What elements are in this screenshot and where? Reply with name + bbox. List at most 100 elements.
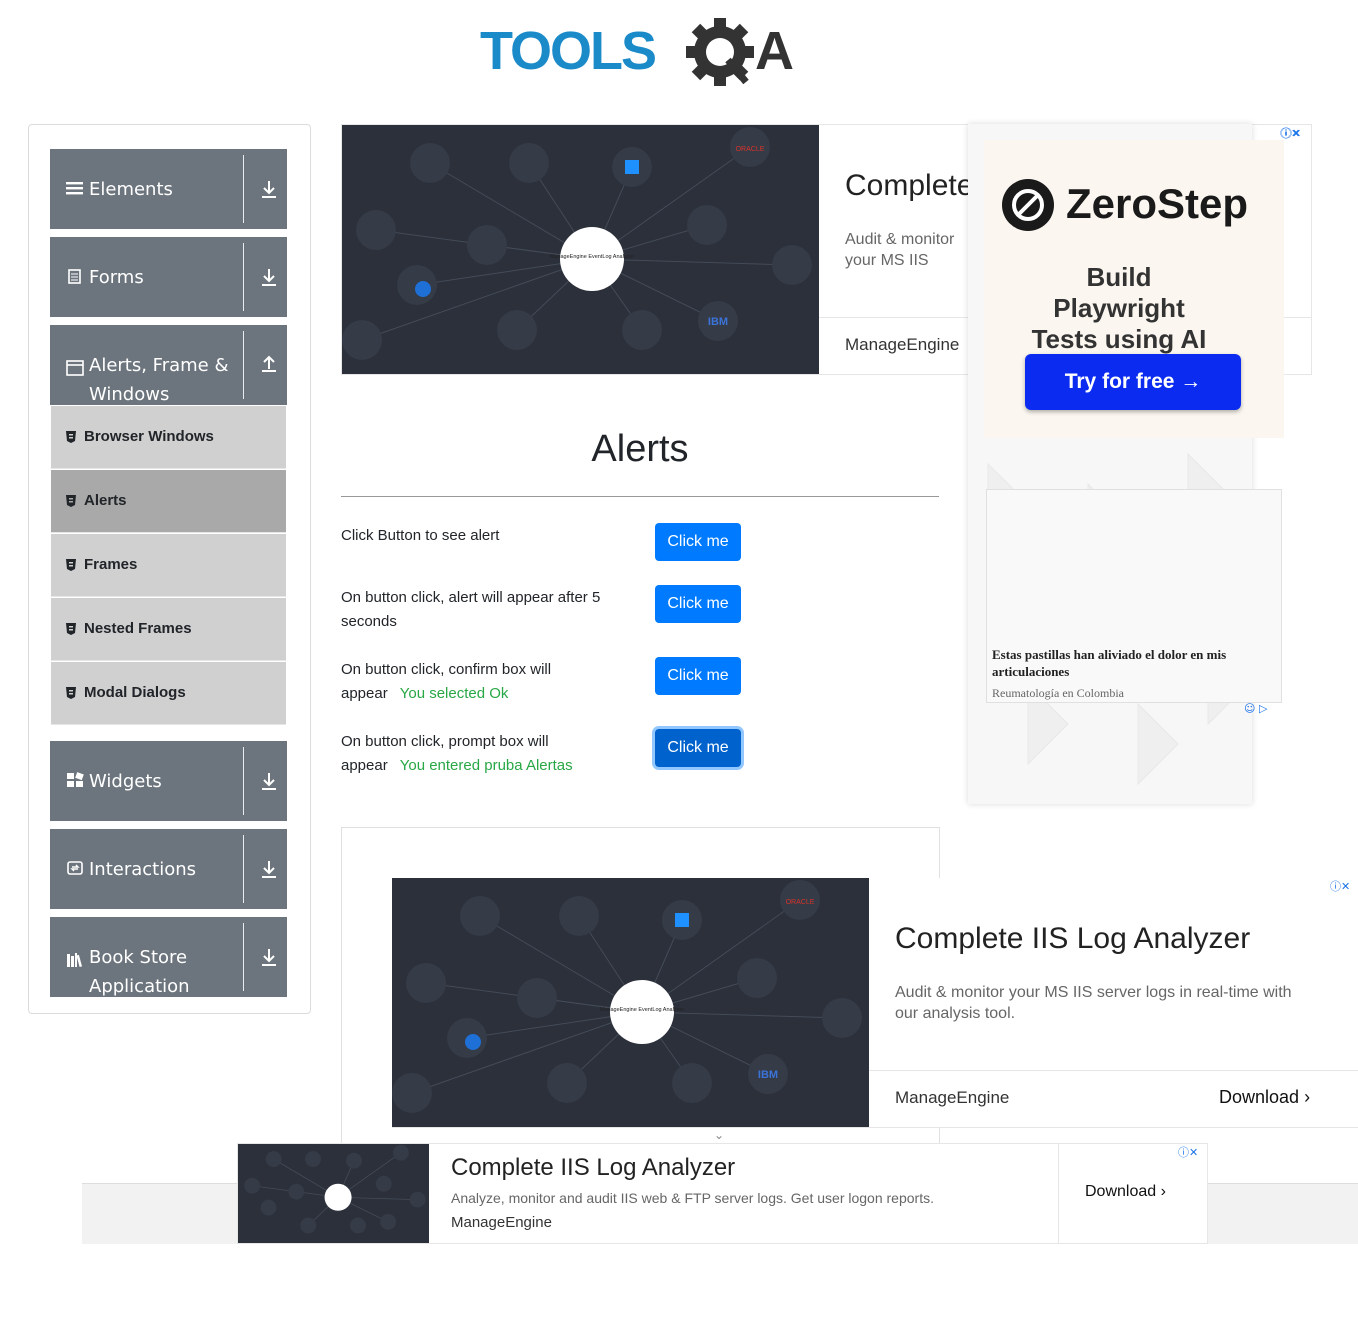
sidebar-item-label: Browser Windows (84, 428, 214, 445)
mid-ad-banner[interactable]: ORACLE IBM ManageEngine EventLog Analyze… (392, 878, 1358, 1128)
ad-title: Complete IIS Log Analyzer (895, 922, 1251, 955)
left-sidebar: Elements Forms Alerts, Frame & Windows B… (28, 124, 311, 1014)
chevron-right-icon: › (1160, 1183, 1166, 1200)
zerostep-ad-close-icon[interactable]: ⓘ✕ (1280, 125, 1300, 141)
alert-button[interactable]: Click me (655, 523, 741, 561)
sidebar-item-frames[interactable]: Frames (51, 534, 286, 597)
timer-alert-row-text: On button click, alert will appear after… (341, 589, 601, 630)
bottom-ad-banner[interactable]: Complete IIS Log Analyzer Analyze, monit… (237, 1143, 1208, 1244)
form-icon (68, 269, 81, 284)
divider (243, 243, 244, 311)
html5-icon (66, 495, 76, 507)
alert-row-text: Click Button to see alert (341, 527, 500, 544)
download-arrow-icon (262, 181, 276, 198)
native-ad[interactable]: Estas pastillas han aliviado el dolor en… (986, 489, 1282, 703)
svg-text:IBM: IBM (708, 316, 728, 328)
ad-subtitle: Audit & monitor your MS IIS server logs … (845, 231, 955, 269)
zerostep-brand: ZeroStep (1066, 180, 1249, 227)
zerostep-logo-icon (1002, 179, 1054, 231)
download-arrow-icon (262, 861, 276, 878)
ad-download-button[interactable]: Download › (1085, 1183, 1166, 1201)
html5-icon (66, 431, 76, 443)
sidebar-group-label: Widgets (89, 771, 162, 792)
sidebar-group-forms[interactable]: Forms (50, 237, 287, 317)
divider (243, 331, 244, 399)
chevron-right-icon: › (1304, 1087, 1311, 1107)
confirm-row-text: On button click, confirm box will appear… (341, 661, 552, 702)
sidebar-group-label: Book Store Application (89, 947, 190, 997)
sidebar-group-alerts-frame-windows[interactable]: Alerts, Frame & Windows (50, 325, 287, 405)
page-title: Alerts (591, 428, 689, 470)
native-ad-source: Reumatología en Colombia (992, 686, 1124, 700)
upload-arrow-icon (262, 355, 276, 372)
download-arrow-icon (262, 949, 276, 966)
ad-divider (869, 1070, 1358, 1071)
try-for-free-button[interactable]: Try for free → (1025, 354, 1241, 410)
chevron-down-icon[interactable]: ⌄ (714, 1128, 724, 1142)
ad-divider (1058, 1144, 1059, 1243)
ad-info-icon[interactable]: ⓘ✕ (1330, 878, 1350, 894)
logo-text-a: A (755, 21, 794, 81)
logo-text-tools: TOOLS (480, 21, 655, 81)
native-ad-title: Estas pastillas han aliviado el dolor en… (992, 647, 1227, 679)
widgets-icon (67, 772, 84, 787)
download-arrow-icon (262, 773, 276, 790)
title-divider (341, 496, 939, 497)
ad-title: Complete IIS Log Analyzer (451, 1154, 736, 1181)
ad-brand: ManageEngine (845, 335, 960, 354)
html5-icon (66, 623, 76, 635)
sidebar-group-label: Alerts, Frame & Windows (89, 355, 229, 405)
ad-diagram-image (238, 1144, 429, 1243)
prompt-result: You entered pruba Alertas (399, 757, 573, 774)
divider (243, 923, 244, 991)
books-icon (67, 953, 83, 968)
sidebar-group-elements[interactable]: Elements (50, 149, 287, 229)
ad-title: Complete IIS Log Analyzer (845, 169, 975, 202)
sidebar-group-label: Elements (89, 179, 173, 200)
confirm-button[interactable]: Click me (655, 657, 741, 695)
sidebar-group-book-store[interactable]: Book Store Application (50, 917, 287, 997)
sidebar-item-label: Nested Frames (84, 620, 192, 637)
sidebar-item-label: Frames (84, 556, 138, 573)
download-arrow-icon (262, 269, 276, 286)
svg-text:ORACLE: ORACLE (786, 899, 815, 906)
prompt-row-text: On button click, prompt box will appear Y… (341, 733, 573, 774)
ad-brand: ManageEngine (895, 1088, 1010, 1107)
ad-subtitle: Analyze, monitor and audit IIS web & FTP… (451, 1190, 934, 1206)
sidebar-group-interactions[interactable]: Interactions (50, 829, 287, 909)
ad-subtitle: Audit & monitor your MS IIS server logs … (895, 984, 1292, 1022)
sidebar-group-label: Forms (89, 267, 144, 288)
confirm-result: You selected Ok (399, 685, 509, 702)
sidebar-item-label: Modal Dialogs (84, 684, 186, 701)
adchoices-icon[interactable]: ☺ ▷ (1244, 702, 1267, 715)
svg-text:IBM: IBM (758, 1069, 778, 1081)
sidebar-group-widgets[interactable]: Widgets (50, 741, 287, 821)
html5-icon (66, 559, 76, 571)
sidebar-item-label: Alerts (84, 492, 127, 509)
svg-text:ORACLE: ORACLE (736, 146, 765, 153)
timer-alert-button[interactable]: Click me (655, 585, 741, 623)
prompt-button[interactable]: Click me (655, 729, 741, 767)
ad-diagram-image: ORACLE IBM ManageEngine EventLog Analyze… (392, 878, 869, 1127)
svg-text:ManageEngine EventLog Analyzer: ManageEngine EventLog Analyzer (600, 1007, 685, 1013)
sidebar-item-modal-dialogs[interactable]: Modal Dialogs (51, 662, 286, 725)
sidebar-item-browser-windows[interactable]: Browser Windows (51, 406, 286, 469)
zerostep-headline: Build Playwright Tests using AI (1031, 262, 1207, 354)
divider (243, 747, 244, 815)
list-icon (66, 182, 83, 195)
ad-download-button[interactable]: Download › (1219, 1087, 1310, 1108)
sidebar-item-alerts[interactable]: Alerts (51, 470, 286, 533)
divider (243, 835, 244, 903)
interactions-icon (67, 861, 83, 875)
gear-icon (686, 18, 754, 86)
sidebar-group-label: Interactions (89, 859, 197, 880)
ad-diagram-image: ORACLE IBM ManageEngine EventLog Analyze… (342, 125, 819, 374)
svg-text:ManageEngine EventLog Analyzer: ManageEngine EventLog Analyzer (550, 254, 635, 260)
ad-brand: ManageEngine (451, 1214, 552, 1231)
ad-info-icon[interactable]: ⓘ✕ (1178, 1144, 1198, 1160)
window-icon (66, 360, 84, 376)
sidebar-item-nested-frames[interactable]: Nested Frames (51, 598, 286, 661)
toolsqa-logo[interactable]: TOOLS A (480, 14, 810, 94)
html5-icon (66, 687, 76, 699)
divider (243, 155, 244, 223)
